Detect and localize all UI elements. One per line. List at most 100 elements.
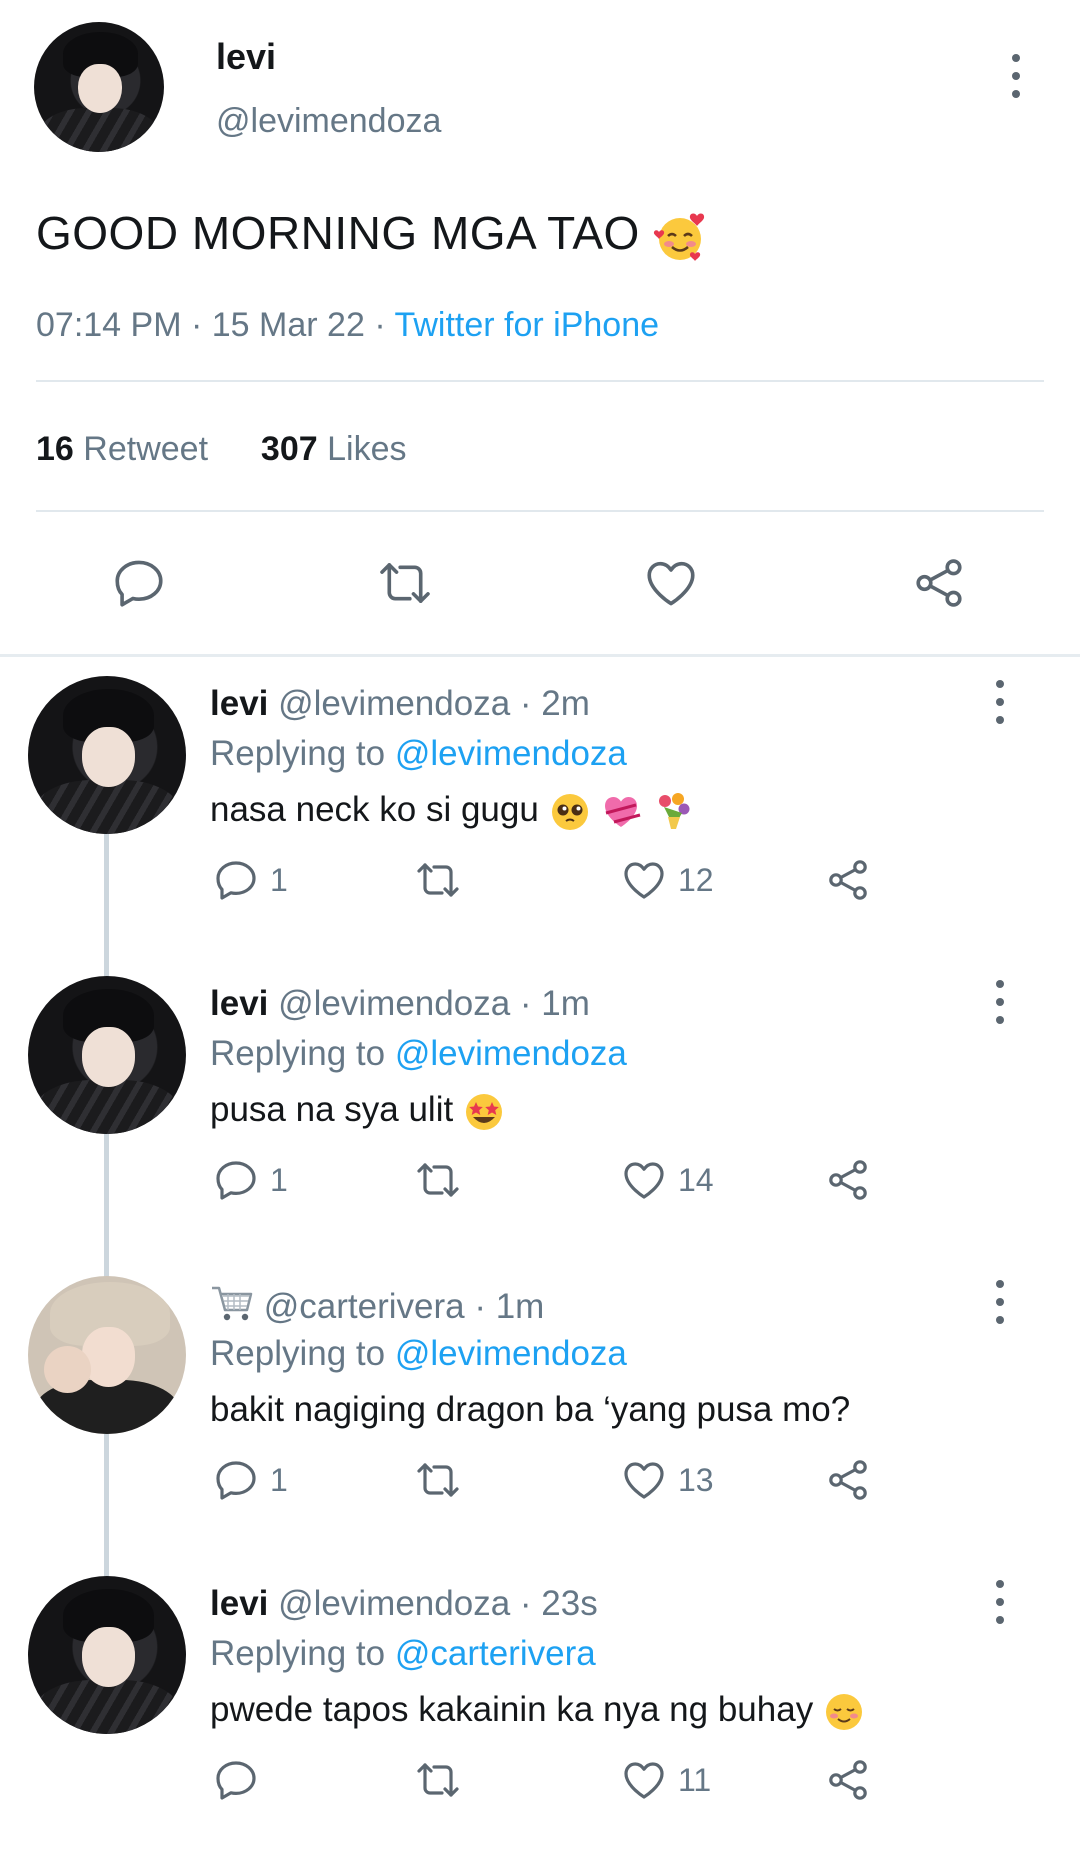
tweet-text-content: GOOD MORNING MGA TAO — [36, 207, 640, 259]
more-options-icon[interactable] — [1006, 54, 1026, 98]
like-button[interactable]: 14 — [620, 1152, 714, 1208]
like-heart-icon — [624, 1462, 664, 1499]
reply-button[interactable]: 1 — [212, 1452, 288, 1508]
share-icon — [829, 1160, 867, 1200]
reply-tweet[interactable]: @carterivera · 1m Replying to @levimendo… — [0, 1256, 1080, 1556]
likes-stat[interactable]: 307 Likes — [261, 430, 407, 468]
author-avatar[interactable] — [34, 22, 164, 152]
retweet-button[interactable] — [414, 1752, 462, 1808]
reply-icon — [216, 861, 256, 900]
reply-button[interactable]: 1 — [212, 1152, 288, 1208]
like-button[interactable]: 13 — [620, 1452, 714, 1508]
like-button[interactable]: 12 — [620, 852, 714, 908]
more-options-icon[interactable] — [990, 680, 1010, 724]
like-heart-icon — [624, 1762, 664, 1799]
reply-button[interactable] — [212, 1752, 270, 1808]
main-tweet: levi @levimendoza GOOD MORNING MGA TAO 0… — [0, 0, 1080, 656]
reply-button[interactable]: 1 — [212, 852, 288, 908]
share-icon[interactable] — [910, 554, 968, 612]
reply-text-content: bakit nagiging dragon ba ‘yang pusa mo? — [210, 1390, 851, 1429]
divider — [36, 510, 1044, 512]
reply-author-handle[interactable]: @levimendoza — [278, 984, 510, 1023]
replying-to-handle[interactable]: @carterivera — [395, 1634, 596, 1673]
reply-text: nasa neck ko si gugu — [210, 790, 694, 833]
retweet-label: Retweet — [83, 430, 209, 468]
share-button[interactable] — [824, 1452, 872, 1508]
reply-author-name[interactable]: levi — [210, 1584, 268, 1623]
meta-separator: · — [374, 306, 395, 344]
likes-count: 307 — [260, 430, 318, 468]
retweet-button[interactable] — [414, 1152, 462, 1208]
reply-icon — [216, 1761, 256, 1800]
reply-tweet[interactable]: levi @levimendoza · 2m Replying to @levi… — [0, 656, 1080, 956]
reply-time: 2m — [541, 684, 590, 723]
like-count: 12 — [678, 861, 714, 898]
tweet-text: GOOD MORNING MGA TAO — [36, 206, 707, 264]
reply-icon — [216, 1161, 256, 1200]
meta-separator: · — [519, 984, 532, 1023]
author-name[interactable]: levi — [216, 36, 276, 78]
tweet-stats: 16 Retweet 307 Likes — [36, 430, 406, 469]
more-options-icon[interactable] — [990, 980, 1010, 1024]
replying-to: Replying to @carterivera — [210, 1634, 596, 1674]
reply-action-bar: 1 14 — [0, 1152, 1080, 1212]
more-options-icon[interactable] — [990, 1280, 1010, 1324]
reply-avatar[interactable] — [28, 976, 186, 1134]
tweet-action-bar — [0, 548, 1080, 618]
reply-text: bakit nagiging dragon ba ‘yang pusa mo? — [210, 1390, 850, 1430]
reply-header: @carterivera · 1m — [210, 1284, 544, 1327]
reply-count: 1 — [270, 861, 288, 898]
share-button[interactable] — [824, 1752, 872, 1808]
replying-label: Replying to — [210, 734, 386, 773]
like-button[interactable]: 11 — [620, 1752, 711, 1808]
tweet-meta: 07:14 PM · 15 Mar 22 · Twitter for iPhon… — [36, 306, 659, 345]
retweet-button[interactable] — [414, 1452, 462, 1508]
replying-to-handle[interactable]: @levimendoza — [395, 1334, 627, 1373]
tweet-time: 07:14 PM — [36, 306, 182, 344]
reply-avatar[interactable] — [28, 676, 186, 834]
reply-author-handle[interactable]: @carterivera — [264, 1287, 465, 1326]
meta-separator: · — [519, 1584, 532, 1623]
reply-tweet[interactable]: levi @levimendoza · 1m Replying to @levi… — [0, 956, 1080, 1256]
divider — [36, 380, 1044, 382]
reply-text-content: pwede tapos kakainin ka nya ng buhay — [210, 1690, 814, 1729]
meta-separator: · — [190, 306, 212, 344]
reply-header: levi @levimendoza · 1m — [210, 984, 590, 1024]
reply-icon[interactable] — [110, 554, 168, 612]
like-heart-icon[interactable] — [642, 554, 700, 612]
reply-text-content: nasa neck ko si gugu — [210, 790, 539, 829]
more-options-icon[interactable] — [990, 1580, 1010, 1624]
like-heart-icon — [624, 1162, 664, 1199]
tweet-date: 15 Mar 22 — [211, 306, 365, 344]
reply-action-bar: 1 13 — [0, 1452, 1080, 1512]
smiling-face-icon — [825, 1693, 862, 1730]
reply-author-handle[interactable]: @levimendoza — [278, 684, 510, 723]
pleading-face-icon — [551, 793, 588, 830]
share-icon — [829, 860, 867, 900]
replying-to: Replying to @levimendoza — [210, 1034, 627, 1074]
retweet-icon[interactable] — [376, 554, 434, 612]
replying-label: Replying to — [210, 1634, 386, 1673]
share-button[interactable] — [824, 1152, 872, 1208]
like-count: 11 — [678, 1761, 712, 1798]
reply-author-handle[interactable]: @levimendoza — [278, 1584, 510, 1623]
tweet-source-link[interactable]: Twitter for iPhone — [394, 306, 659, 344]
reply-author-name[interactable]: levi — [210, 984, 268, 1023]
reply-tweet[interactable]: levi @levimendoza · 23s Replying to @car… — [0, 1556, 1080, 1851]
retweet-icon — [417, 1463, 459, 1497]
reply-time: 23s — [541, 1584, 598, 1623]
like-count: 13 — [678, 1461, 714, 1498]
reply-action-bar: 1 12 — [0, 852, 1080, 912]
author-handle[interactable]: @levimendoza — [216, 102, 441, 141]
replying-to-handle[interactable]: @levimendoza — [395, 1034, 627, 1073]
retweet-button[interactable] — [414, 852, 462, 908]
reply-avatar[interactable] — [28, 1576, 186, 1734]
share-button[interactable] — [824, 852, 872, 908]
smiling-face-with-hearts-icon — [653, 213, 705, 261]
reply-author-name[interactable]: levi — [210, 684, 268, 723]
replying-label: Replying to — [210, 1034, 386, 1073]
reply-avatar[interactable] — [28, 1276, 186, 1434]
replying-to-handle[interactable]: @levimendoza — [395, 734, 627, 773]
reply-count: 1 — [270, 1461, 288, 1498]
retweet-stat[interactable]: 16 Retweet — [36, 430, 208, 468]
